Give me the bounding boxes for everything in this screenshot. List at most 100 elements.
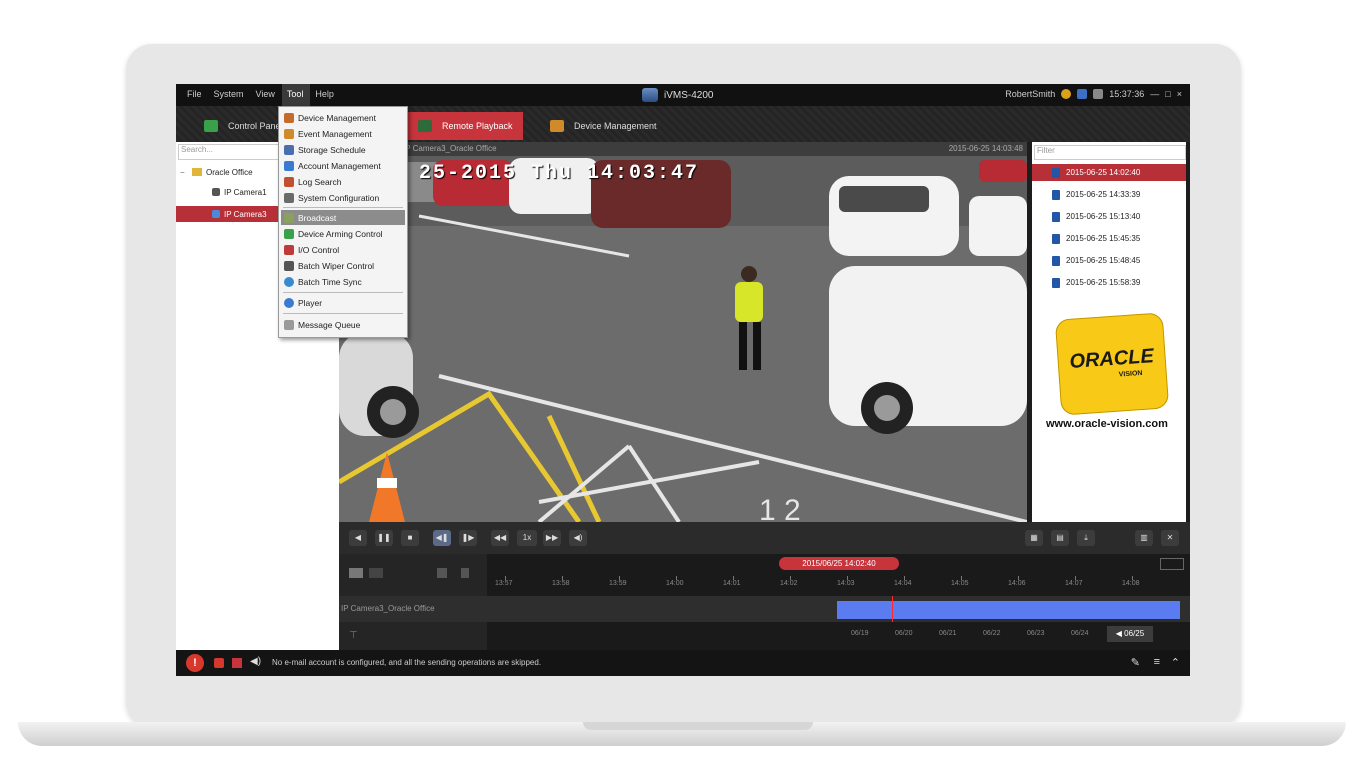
frame-forward-button[interactable]: ❚▶ [459,530,477,546]
pause-button[interactable]: ❚❚ [375,530,393,546]
record-item[interactable]: 2015-06-25 14:33:39 [1032,186,1186,203]
clock-icon [284,276,294,287]
download-icon[interactable]: ⤓ [1077,530,1095,546]
menu-item-label: Device Arming Control [298,228,383,239]
cpu-icon[interactable] [1093,89,1104,99]
file-icon [1052,167,1060,178]
record-icon[interactable] [232,658,242,668]
pin-icon[interactable]: ✎ [1131,656,1140,669]
file-icon [1052,277,1060,288]
menu-item-label: Log Search [298,176,342,187]
cctv-scene: 1 2 [339,156,1027,522]
tree-label: Oracle Office [206,167,253,177]
menu-view[interactable]: View [251,84,282,106]
video-osd-timestamp: 25-2015 Thu 14:03:47 [419,162,700,185]
collapse-icon[interactable]: − [180,168,188,177]
filter-input[interactable]: Filter [1034,145,1186,160]
recording-segment[interactable] [837,601,1180,619]
frame-back-button[interactable]: ◀❚ [433,530,451,546]
expand-icon[interactable]: ⌃ [1171,656,1180,669]
volume-icon[interactable]: ◀) [569,530,587,546]
menu-icon[interactable]: ≡ [1154,656,1160,668]
event-icon [284,128,294,139]
alarm-icon[interactable]: ! [186,654,204,672]
tab-remote-playback-label: Remote Playback [442,121,513,131]
date-chip[interactable]: 06/24 [1071,630,1089,637]
video-frame[interactable]: 1 2 25-2015 Thu 14:03:47 [339,156,1027,522]
record-item[interactable]: 2015-06-25 14:02:40 [1032,164,1186,181]
record-item[interactable]: 2015-06-25 15:13:40 [1032,208,1186,225]
lock-icon[interactable] [1077,89,1088,99]
list-view-icon[interactable] [349,568,363,578]
svg-text:1 2: 1 2 [759,494,801,522]
menu-system[interactable]: System [209,84,251,106]
date-chip[interactable]: 06/21 [939,630,957,637]
menu-tool[interactable]: Tool [281,84,311,106]
date-chip[interactable]: 06/20 [895,630,913,637]
tab-remote-playback[interactable]: Remote Playback [408,112,523,140]
camera-icon [212,188,220,196]
slow-button[interactable]: ◀◀ [491,530,509,546]
sound-icon[interactable]: ◀) [250,656,261,667]
timeline[interactable]: ⊤ 2015/06/25 14:02:40 13:57 13:58 13:59 14:… [339,554,1190,650]
menu-item-system-configuration[interactable]: System Configuration [281,190,405,205]
minimize-button[interactable]: — [1150,89,1159,99]
device-icon [284,112,294,123]
menu-item-player[interactable]: Player [281,295,405,310]
date-chip[interactable]: 06/23 [1027,630,1045,637]
video-timestamp: 2015-06-25 14:03:48 [948,144,1023,153]
menu-item-label: System Configuration [298,192,380,203]
menu-item-message-queue[interactable]: Message Queue [281,317,405,332]
menu-item-batch-time-sync[interactable]: Batch Time Sync [281,274,405,289]
menu-item-account-management[interactable]: Account Management [281,158,405,173]
menu-help[interactable]: Help [310,84,341,106]
fullscreen-icon[interactable]: ✕ [1161,530,1179,546]
date-chip[interactable]: 06/22 [983,630,1001,637]
playhead[interactable] [892,596,893,622]
record-item[interactable]: 2015-06-25 15:45:35 [1032,230,1186,247]
filter-icon[interactable]: ⊤ [349,630,358,641]
title-bar: File System View Tool Help iVMS-4200 Rob… [176,84,1190,106]
menu-item-log-search[interactable]: Log Search [281,174,405,189]
record-item[interactable]: 2015-06-25 15:58:39 [1032,274,1186,291]
timeline-tick-label: 14:06 [1008,580,1026,587]
clip-icon[interactable]: ▤ [1051,530,1069,546]
record-item[interactable]: 2015-06-25 15:48:45 [1032,252,1186,269]
lock-icon[interactable] [437,568,447,578]
app-title-text: iVMS-4200 [664,89,714,101]
alert-icon[interactable] [214,658,224,668]
menu-item-device-management[interactable]: Device Management [281,110,405,125]
settings-icon[interactable] [1061,89,1072,99]
menu-file[interactable]: File [182,84,209,106]
tree-label: IP Camera3 [224,209,267,219]
status-bar: ! ◀) No e-mail account is configured, an… [176,650,1190,676]
zoom-icon[interactable] [1160,558,1184,570]
capture-icon[interactable]: ▦ [1025,530,1043,546]
menu-item-storage-schedule[interactable]: Storage Schedule [281,142,405,157]
menu-item-batch-wiper-control[interactable]: Batch Wiper Control [281,258,405,273]
tag-icon[interactable] [461,568,469,578]
user-name[interactable]: RobertSmith [1005,89,1055,99]
menu-item-label: Device Management [298,112,376,123]
menu-item-event-management[interactable]: Event Management [281,126,405,141]
timeline-tick-label: 13:57 [495,580,513,587]
grid-view-icon[interactable] [369,568,383,578]
record-time: 2015-06-25 14:33:39 [1066,190,1141,199]
fast-button[interactable]: ▶▶ [543,530,561,546]
playback-controls: ◀ ❚❚ ■ ◀❚ ❚▶ ◀◀ 1x ▶▶ ◀) ▦ ▤ ⤓ ▥ ✕ [339,522,1190,554]
menu-item-device-arming-control[interactable]: Device Arming Control [281,226,405,241]
date-chip[interactable]: 06/19 [851,630,869,637]
stop-button[interactable]: ■ [401,530,419,546]
file-icon [1052,255,1060,266]
record-time: 2015-06-25 14:02:40 [1066,168,1141,177]
tab-device-management[interactable]: Device Management [540,112,667,140]
tool-menu-dropdown: Device Management Event Management Stora… [278,106,408,338]
menu-item-io-control[interactable]: I/O Control [281,242,405,257]
layout-icon[interactable]: ▥ [1135,530,1153,546]
menu-item-broadcast[interactable]: Broadcast [281,210,405,225]
close-button[interactable]: × [1177,89,1182,99]
active-date[interactable]: ◀ 06/25 [1107,626,1153,642]
stop-prev-icon[interactable]: ◀ [349,530,367,546]
video-header: IP Camera3_Oracle Office 2015-06-25 14:0… [339,142,1027,156]
maximize-button[interactable]: □ [1165,89,1170,99]
